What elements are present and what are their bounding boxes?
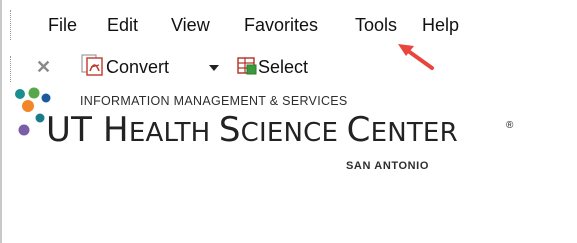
logo-location: SAN ANTONIO <box>346 160 429 172</box>
menu-help[interactable]: Help <box>422 14 459 36</box>
logo-subtitle: INFORMATION MANAGEMENT & SERVICES <box>80 94 348 108</box>
select-label: Select <box>258 57 309 77</box>
select-button[interactable]: Select <box>236 54 308 80</box>
title-part-3: S <box>218 110 241 150</box>
menu-bar: File Edit View Favorites Tools Help <box>4 0 577 46</box>
menu-grip[interactable] <box>10 10 14 40</box>
menu-file[interactable]: File <box>48 14 77 36</box>
menu-tools[interactable]: Tools <box>355 14 397 36</box>
title-part-1: UT H <box>46 110 129 150</box>
menu-edit[interactable]: Edit <box>107 14 138 36</box>
registered-mark: ® <box>506 120 514 131</box>
menu-view[interactable]: View <box>171 14 210 36</box>
title-part-2: EALTH <box>128 118 219 148</box>
annotation-arrow-icon <box>394 40 444 81</box>
convert-label: Convert <box>106 57 170 77</box>
title-part-6: ENTER <box>370 118 458 148</box>
toolbar-grip[interactable] <box>10 56 14 82</box>
chevron-down-icon[interactable] <box>208 60 220 78</box>
convert-button[interactable]: Convert <box>80 54 169 80</box>
browser-window: File Edit View Favorites Tools Help ✕ Co… <box>0 0 577 243</box>
title-part-4: CIENCE <box>240 118 347 148</box>
select-table-icon <box>236 54 258 81</box>
logo-title: UT HEALTH SCIENCE CENTER <box>46 110 458 150</box>
title-part-5: C <box>346 110 371 150</box>
pdf-convert-icon <box>80 53 106 82</box>
close-icon[interactable]: ✕ <box>36 57 51 78</box>
menu-favorites[interactable]: Favorites <box>244 14 318 36</box>
